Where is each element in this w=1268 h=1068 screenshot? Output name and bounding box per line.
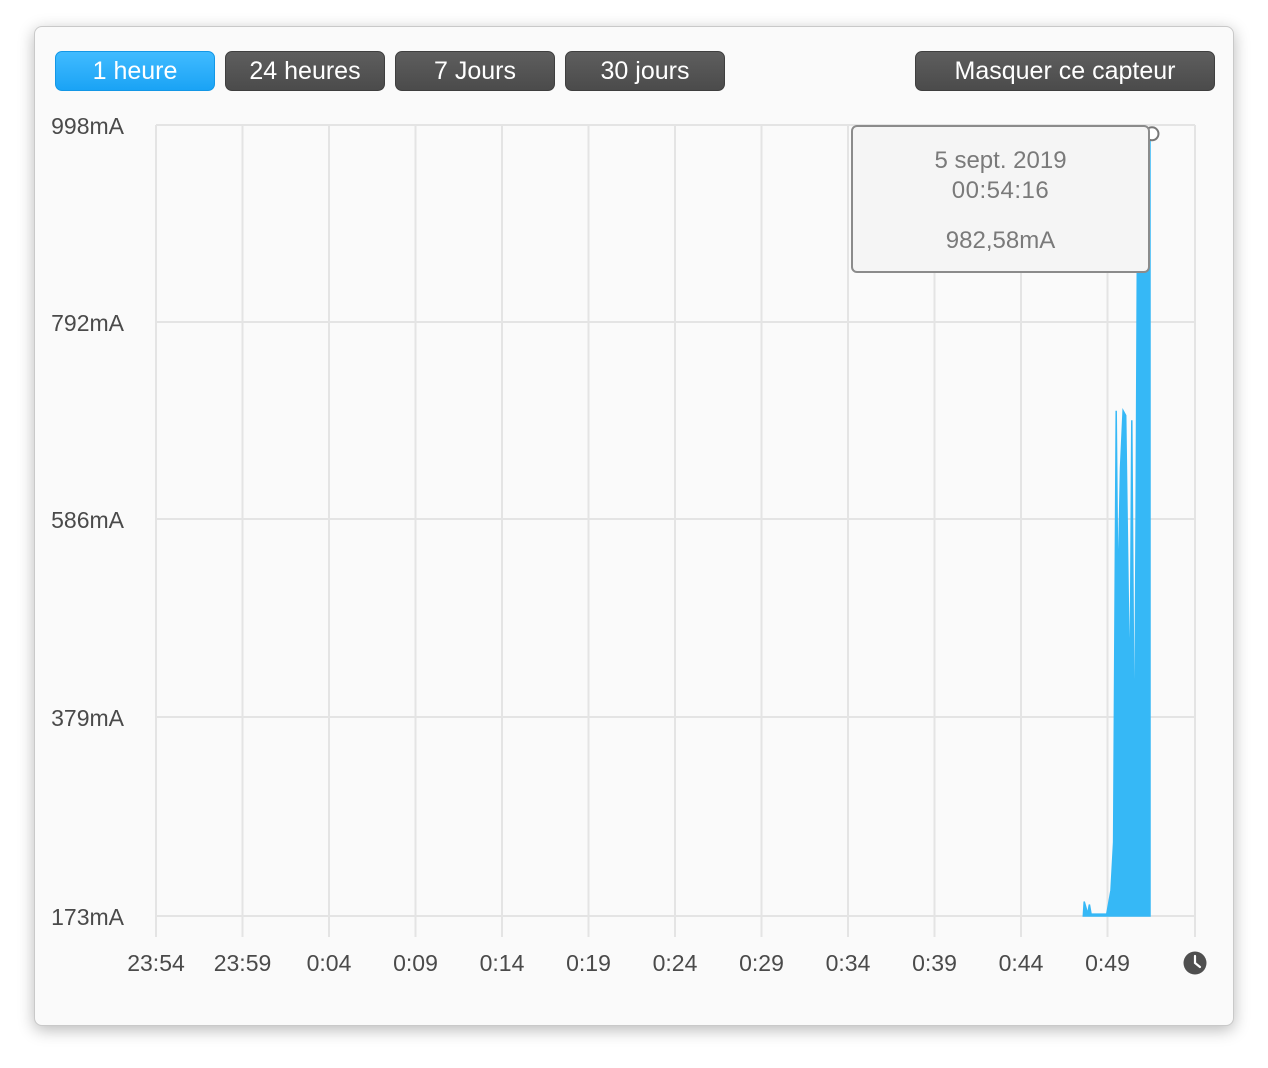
x-axis-ticks: 23:54 23:59 0:04 0:09 0:14 0:19 0:24 0:29 0:34 0:…: [127, 950, 1130, 976]
value-tooltip: 5 sept. 2019 00:54:16 982,58mA: [851, 125, 1150, 273]
x-tick-label: 0:09: [393, 950, 438, 976]
sensor-panel: 1 heure 24 heures 7 Jours 30 jours Masqu…: [34, 26, 1234, 1026]
x-tick-label: 0:34: [826, 950, 871, 976]
y-tick-label: 998mA: [51, 113, 125, 139]
x-tick-label: 0:49: [1085, 950, 1130, 976]
x-tick-label: 23:59: [214, 950, 272, 976]
x-tick-label: 0:44: [999, 950, 1044, 976]
x-tick-label: 0:39: [912, 950, 957, 976]
clock-icon[interactable]: [1183, 951, 1207, 975]
x-tick-label: 0:04: [307, 950, 352, 976]
x-tick-label: 0:19: [566, 950, 611, 976]
y-tick-label: 586mA: [51, 507, 125, 533]
y-axis-ticks: 998mA 792mA 586mA 379mA 173mA: [51, 113, 125, 930]
y-tick-label: 792mA: [51, 310, 125, 336]
tooltip-time: 00:54:16: [951, 177, 1050, 204]
y-tick-label: 379mA: [51, 705, 125, 731]
tooltip-value: 982,58mA: [945, 227, 1056, 254]
y-tick-label: 173mA: [51, 904, 125, 930]
x-tick-label: 0:29: [739, 950, 784, 976]
x-tick-label: 0:14: [480, 950, 525, 976]
x-tick-label: 0:24: [653, 950, 698, 976]
tooltip-date: 5 sept. 2019: [934, 147, 1067, 174]
x-tick-label: 23:54: [127, 950, 185, 976]
